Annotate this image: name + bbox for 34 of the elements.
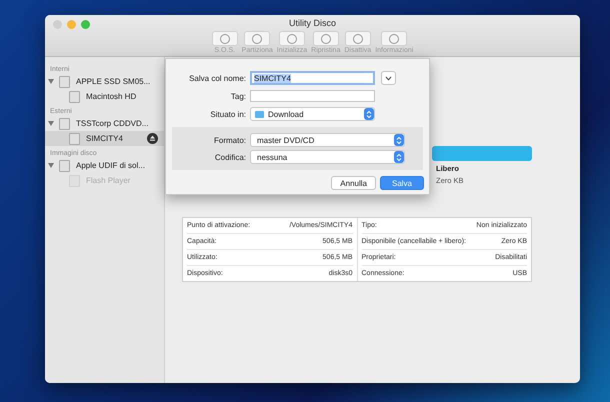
sidebar-item[interactable]: TSSTcorp CDDVD... bbox=[45, 116, 164, 131]
sidebar-item[interactable]: APPLE SSD SM05... bbox=[45, 74, 164, 89]
chevron-down-icon bbox=[385, 76, 392, 80]
field-label: Salva col nome: bbox=[188, 74, 246, 82]
disclosure-triangle-icon[interactable] bbox=[48, 79, 54, 84]
field-label: Tag: bbox=[230, 92, 246, 100]
disclosure-triangle-icon[interactable] bbox=[48, 121, 54, 126]
sidebar-item[interactable]: Apple UDIF di sol... bbox=[45, 158, 164, 173]
circle-icon bbox=[218, 32, 231, 44]
circle-icon bbox=[251, 32, 264, 44]
cancel-button[interactable]: Annulla bbox=[331, 176, 376, 190]
circle-icon bbox=[352, 32, 364, 44]
format-dropdown[interactable]: master DVD/CD bbox=[250, 133, 405, 147]
name-field[interactable]: SIMCITY4 bbox=[250, 71, 375, 85]
expand-button[interactable] bbox=[381, 71, 396, 85]
encoding-dropdown[interactable]: nessuna bbox=[250, 150, 405, 164]
zoom-icon[interactable] bbox=[81, 20, 90, 29]
up-down-arrows-icon bbox=[366, 110, 372, 118]
eject-icon[interactable] bbox=[147, 133, 158, 144]
up-down-arrows-icon bbox=[396, 136, 402, 144]
sidebar-item[interactable]: SIMCITY4 bbox=[45, 131, 164, 146]
field-label: Formato: bbox=[212, 136, 246, 144]
circle-icon bbox=[388, 32, 400, 44]
sidebar-item[interactable]: Macintosh HD bbox=[45, 89, 164, 104]
circle-icon bbox=[286, 32, 298, 44]
location-dropdown[interactable]: Download bbox=[250, 107, 375, 121]
field-label: Situato in: bbox=[209, 110, 246, 118]
tag-field[interactable] bbox=[250, 90, 375, 102]
circle-icon bbox=[320, 32, 332, 44]
field-label: Codifica: bbox=[214, 152, 246, 162]
minimize-icon[interactable] bbox=[67, 20, 76, 29]
disclosure-triangle-icon[interactable] bbox=[48, 163, 54, 168]
window-title: Utility Disco bbox=[288, 18, 336, 28]
up-down-arrows-icon bbox=[396, 152, 402, 162]
